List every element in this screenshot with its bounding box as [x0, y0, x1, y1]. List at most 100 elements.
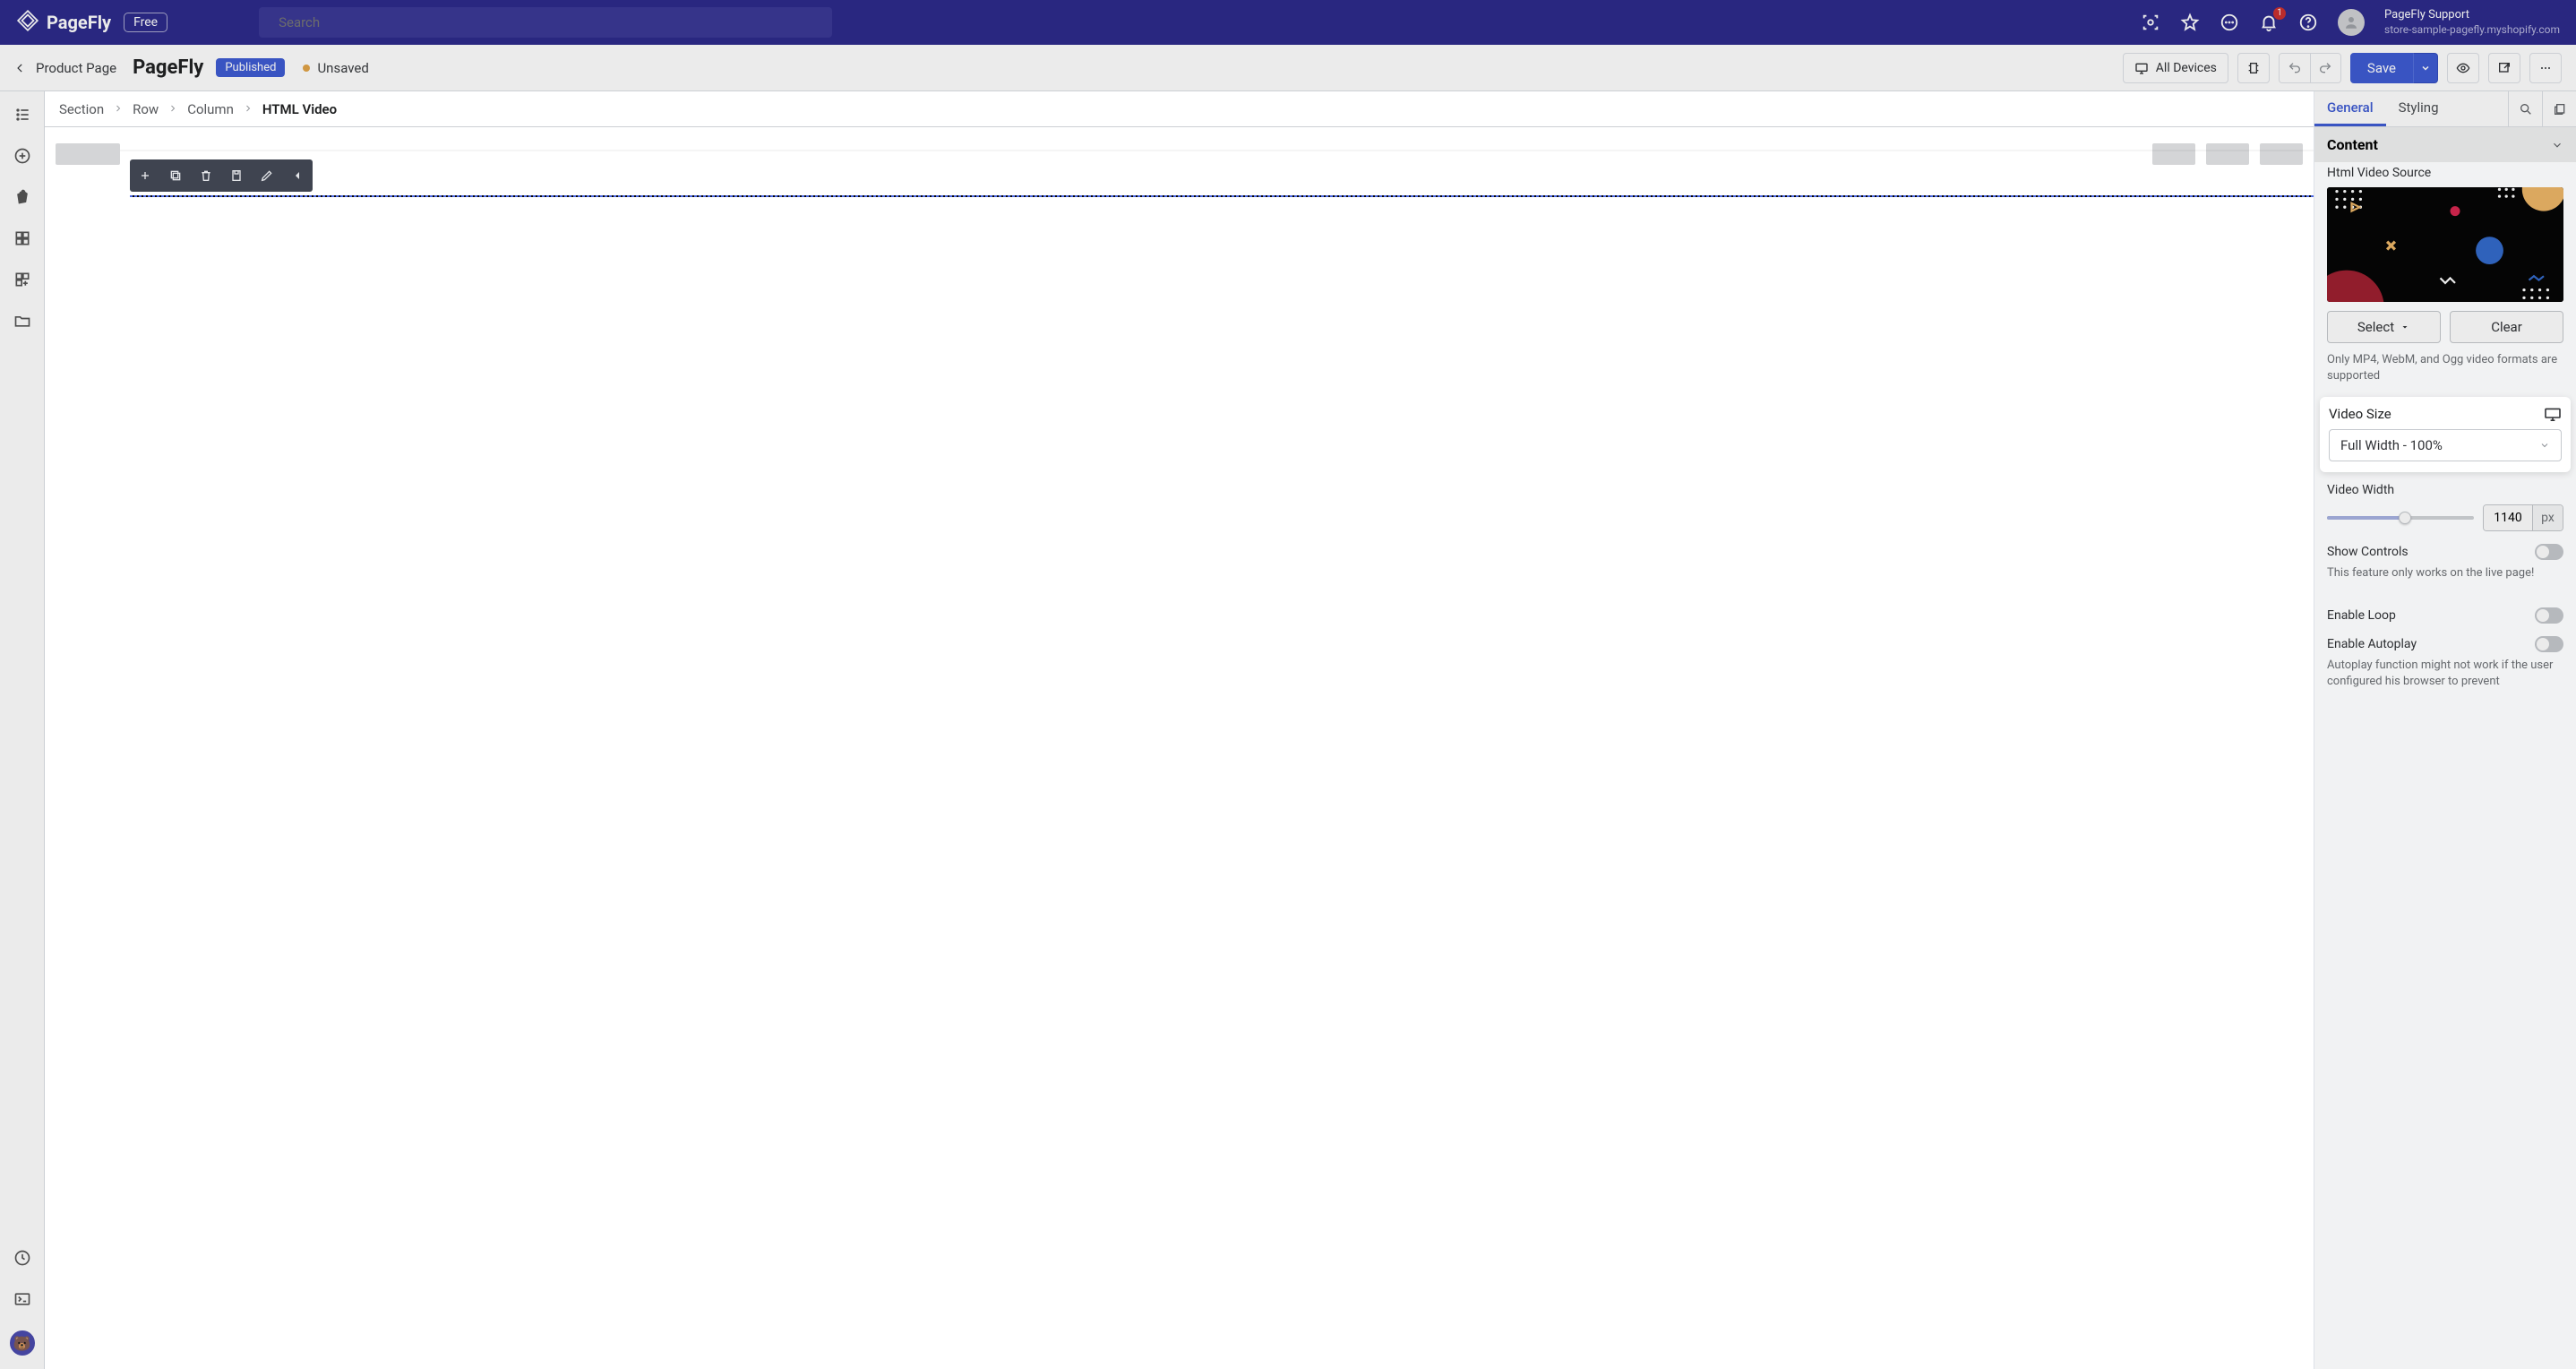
unsaved-indicator: Unsaved — [303, 60, 368, 76]
crumb-section[interactable]: Section — [59, 101, 104, 117]
top-nav: PageFly Free 1 PageFly Support store-sam… — [0, 0, 2576, 45]
video-size-label: Video Size — [2329, 406, 2391, 422]
editor-canvas[interactable] — [45, 127, 2314, 1369]
enable-autoplay-toggle[interactable] — [2535, 636, 2563, 652]
store-domain: store-sample-pagefly.myshopify.com — [2384, 23, 2560, 38]
avatar[interactable] — [2338, 9, 2365, 36]
scan-icon[interactable] — [2141, 13, 2160, 32]
show-controls-label: Show Controls — [2327, 545, 2409, 559]
delete-button[interactable] — [191, 159, 221, 192]
tab-general[interactable]: General — [2314, 91, 2386, 126]
back-button[interactable]: Product Page — [14, 60, 116, 76]
folder-icon[interactable] — [12, 310, 33, 331]
chat-icon[interactable] — [2220, 13, 2239, 32]
unsaved-dot-icon — [303, 65, 310, 72]
add-button[interactable] — [130, 159, 160, 192]
format-help-text: Only MP4, WebM, and Ogg video formats ar… — [2314, 352, 2576, 397]
global-search[interactable] — [259, 7, 832, 38]
more-button[interactable] — [2529, 53, 2562, 83]
video-size-card: Video Size Full Width - 100% — [2320, 397, 2571, 472]
outline-icon[interactable] — [12, 104, 33, 125]
help-icon[interactable] — [2298, 13, 2318, 32]
save-button[interactable]: Save — [2350, 53, 2413, 83]
chevron-down-icon — [2551, 139, 2563, 151]
show-controls-toggle[interactable] — [2535, 544, 2563, 560]
html-source-label: Html Video Source — [2314, 162, 2576, 187]
search-inspector-icon[interactable] — [2508, 91, 2542, 126]
sections-icon[interactable] — [12, 228, 33, 249]
plan-badge[interactable]: Free — [124, 13, 167, 32]
crumb-current: HTML Video — [262, 101, 337, 117]
clear-source-button[interactable]: Clear — [2450, 311, 2563, 343]
shopify-icon[interactable] — [12, 186, 33, 208]
select-source-button[interactable]: Select — [2327, 311, 2441, 343]
brand-mark-icon — [16, 9, 39, 37]
video-width-unit: px — [2532, 505, 2563, 530]
user-name: PageFly Support — [2384, 8, 2560, 23]
devices-button[interactable]: All Devices — [2123, 53, 2228, 83]
external-button[interactable] — [2488, 53, 2520, 83]
left-rail: 🐻 — [0, 91, 45, 1369]
header-placeholder — [56, 143, 2303, 165]
page-title: PageFly — [133, 56, 203, 79]
enable-autoplay-label: Enable Autoplay — [2327, 637, 2417, 651]
desktop-icon[interactable] — [2544, 407, 2562, 421]
content-section-title: Content — [2327, 136, 2378, 153]
undo-button[interactable] — [2280, 54, 2310, 82]
brand-name: PageFly — [47, 12, 111, 33]
collapse-button[interactable] — [282, 159, 313, 192]
redo-button[interactable] — [2310, 54, 2340, 82]
video-width-slider[interactable] — [2327, 516, 2474, 520]
settings-button[interactable] — [2237, 53, 2270, 83]
breadcrumb: Section Row Column HTML Video — [45, 91, 2314, 127]
enable-loop-toggle[interactable] — [2535, 607, 2563, 624]
preview-button[interactable] — [2447, 53, 2479, 83]
save-block-button[interactable] — [221, 159, 252, 192]
save-group: Save — [2350, 53, 2438, 83]
element-toolbar — [130, 159, 313, 192]
brand-logo: PageFly — [16, 9, 111, 37]
inspector-panel: General Styling Content Html Video Sourc… — [2314, 91, 2576, 1369]
show-controls-help: This feature only works on the live page… — [2314, 560, 2576, 594]
content-section-header[interactable]: Content — [2314, 127, 2576, 162]
search-input[interactable] — [279, 14, 821, 30]
crumb-row[interactable]: Row — [133, 101, 159, 117]
copy-style-icon[interactable] — [2542, 91, 2576, 126]
select-label: Select — [2357, 319, 2394, 335]
tab-styling[interactable]: Styling — [2386, 91, 2451, 126]
video-width-label: Video Width — [2327, 483, 2563, 497]
history-group — [2279, 53, 2341, 83]
chevron-right-icon — [113, 101, 124, 117]
html-video-element[interactable] — [130, 195, 2314, 197]
caret-down-icon — [2400, 322, 2410, 332]
inspector-tabs: General Styling — [2314, 91, 2576, 127]
publish-status: Published — [216, 58, 285, 77]
add-element-icon[interactable] — [12, 145, 33, 167]
chevron-down-icon — [2539, 440, 2550, 451]
bell-icon[interactable]: 1 — [2259, 13, 2279, 32]
video-thumbnail[interactable] — [2327, 187, 2563, 302]
clear-label: Clear — [2491, 319, 2522, 335]
star-icon[interactable] — [2180, 13, 2200, 32]
video-size-select[interactable]: Full Width - 100% — [2329, 429, 2562, 461]
unsaved-label: Unsaved — [317, 60, 368, 76]
back-label: Product Page — [36, 60, 116, 76]
chevron-right-icon — [167, 101, 178, 117]
video-width-input-group: px — [2483, 504, 2563, 531]
integrations-icon[interactable] — [12, 269, 33, 290]
user-info: PageFly Support store-sample-pagefly.mys… — [2384, 8, 2560, 37]
play-icon[interactable] — [1232, 195, 1280, 197]
duplicate-button[interactable] — [160, 159, 191, 192]
devices-label: All Devices — [2156, 61, 2217, 75]
console-icon[interactable] — [12, 1288, 33, 1310]
save-label: Save — [2367, 60, 2396, 76]
history-icon[interactable] — [12, 1247, 33, 1269]
editor-toolbar: Product Page PageFly Published Unsaved A… — [0, 45, 2576, 91]
assistant-avatar[interactable]: 🐻 — [9, 1330, 36, 1356]
chevron-right-icon — [243, 101, 253, 117]
crumb-column[interactable]: Column — [187, 101, 234, 117]
video-size-value: Full Width - 100% — [2340, 437, 2443, 453]
video-width-input[interactable] — [2484, 505, 2532, 530]
save-dropdown[interactable] — [2413, 53, 2438, 83]
edit-button[interactable] — [252, 159, 282, 192]
